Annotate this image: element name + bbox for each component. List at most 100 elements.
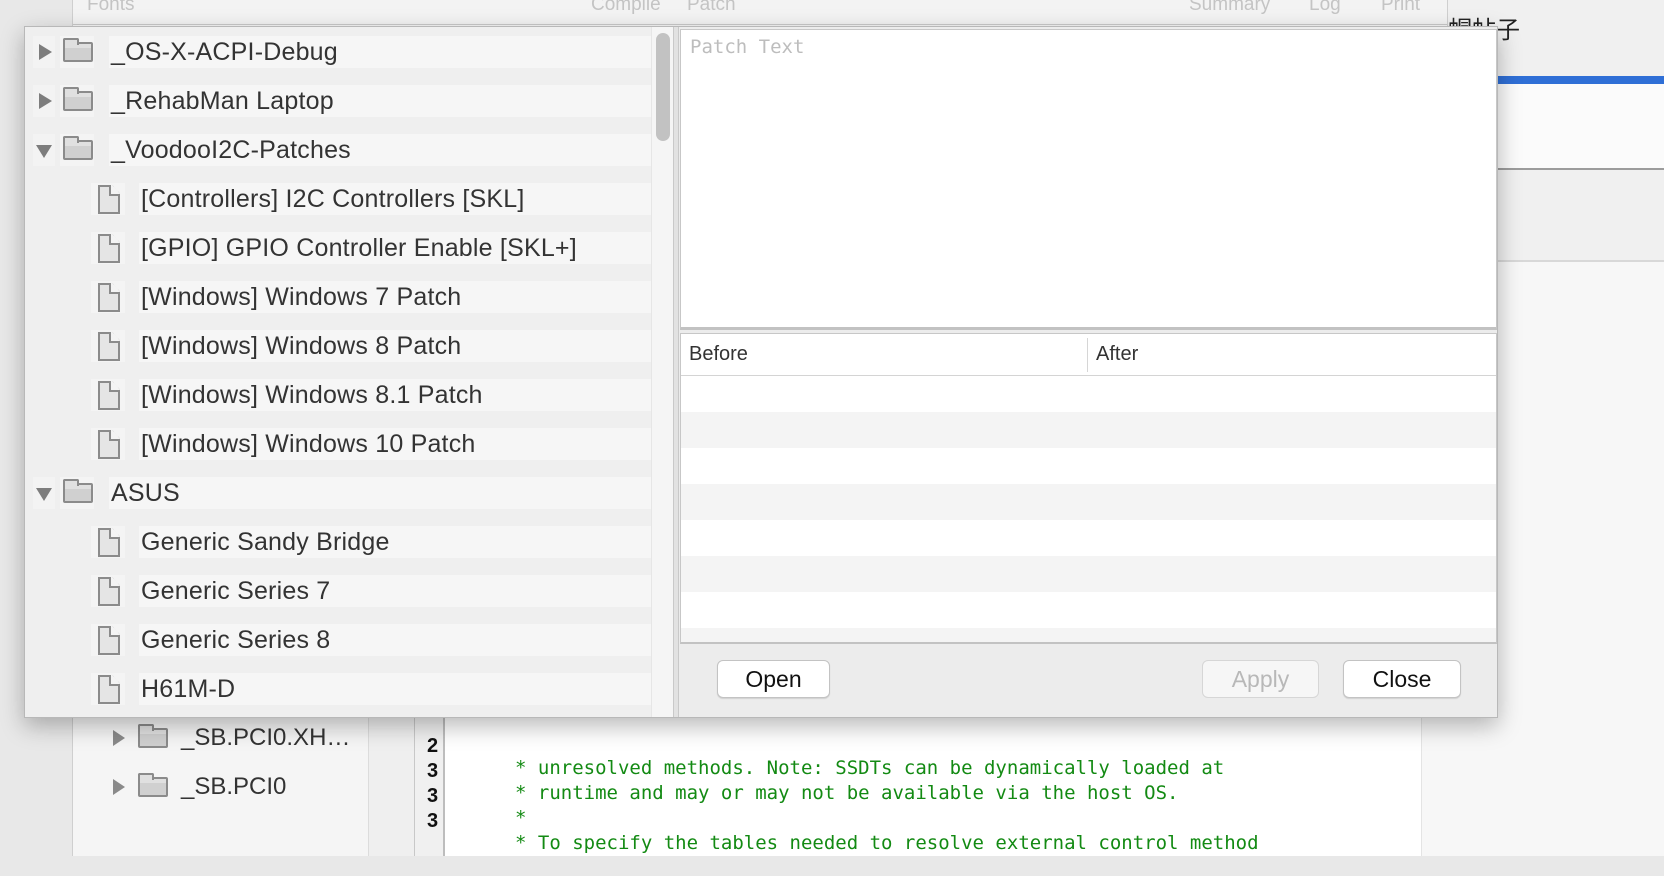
tree-label-cell[interactable]: _OS-X-ACPI-Debug bbox=[109, 36, 667, 68]
tree-label-cell[interactable]: [Windows] Windows 8 Patch bbox=[139, 330, 667, 362]
background-tree-item[interactable]: _SB.PCI0 bbox=[113, 767, 286, 807]
tree-scroll-thumb[interactable] bbox=[656, 33, 670, 141]
folder-icon bbox=[63, 479, 93, 503]
toolbar-log-button[interactable]: Log bbox=[1309, 0, 1341, 16]
tree-file-row[interactable]: Generic Series 7 bbox=[25, 567, 675, 616]
disclosure-triangle-icon[interactable] bbox=[113, 779, 125, 795]
icon-cell bbox=[91, 330, 125, 362]
folder-icon bbox=[63, 38, 93, 62]
split-view-divider[interactable] bbox=[673, 27, 679, 717]
table-row[interactable] bbox=[681, 484, 1496, 520]
toolbar-fonts-button[interactable]: Fonts bbox=[87, 0, 135, 16]
icon-cell bbox=[60, 134, 94, 166]
triangle-right-icon bbox=[39, 44, 52, 60]
column-header-after[interactable]: After bbox=[1087, 338, 1496, 372]
tree-item-label: [Windows] Windows 7 Patch bbox=[141, 283, 462, 311]
tree-file-row[interactable]: [Windows] Windows 10 Patch bbox=[25, 420, 675, 469]
tree-file-row[interactable]: [Windows] Windows 8.1 Patch bbox=[25, 371, 675, 420]
background-toolbar: Fonts Compile Patch Summary Log Print bbox=[73, 0, 1447, 25]
tree-item-label: [Windows] Windows 10 Patch bbox=[141, 430, 476, 458]
icon-cell bbox=[91, 624, 125, 656]
tree-label-cell[interactable]: [Controllers] I2C Controllers [SKL] bbox=[139, 183, 667, 215]
patch-dialog: _OS-X-ACPI-Debug _RehabMan Laptop _VoodooI… bbox=[24, 26, 1498, 718]
tree-label-cell[interactable]: [Windows] Windows 7 Patch bbox=[139, 281, 667, 313]
icon-cell bbox=[60, 477, 94, 509]
tree-item-label: Generic Sandy Bridge bbox=[141, 528, 390, 556]
tree-item-label: [Windows] Windows 8.1 Patch bbox=[141, 381, 483, 409]
tree-file-row[interactable]: [Windows] Windows 7 Patch bbox=[25, 273, 675, 322]
table-row[interactable] bbox=[681, 448, 1496, 484]
tree-label-cell[interactable]: Generic Series 8 bbox=[139, 624, 667, 656]
tree-item-label: _RehabMan Laptop bbox=[111, 87, 334, 115]
background-code-editor[interactable]: 2 * unresolved methods. Note: SSDTs can … bbox=[415, 718, 1449, 856]
icon-cell bbox=[91, 379, 125, 411]
document-icon bbox=[98, 332, 120, 361]
table-row[interactable] bbox=[681, 556, 1496, 592]
tree-folder-row[interactable]: _RehabMan Laptop bbox=[25, 77, 675, 126]
triangle-down-icon bbox=[36, 145, 52, 158]
disclosure-toggle[interactable] bbox=[33, 85, 55, 117]
toolbar-compile-button[interactable]: Compile bbox=[591, 0, 661, 16]
toolbar-print-button[interactable]: Print bbox=[1381, 0, 1420, 16]
background-tree: _SB.PCI0.XH… _SB.PCI0 bbox=[73, 718, 369, 856]
apply-button[interactable]: Apply bbox=[1202, 660, 1319, 698]
triangle-right-icon bbox=[39, 93, 52, 109]
tree-scrollbar[interactable] bbox=[651, 27, 673, 717]
tree-file-row[interactable]: H61M-D bbox=[25, 665, 675, 714]
editor-scrollbar[interactable] bbox=[1421, 718, 1449, 856]
tree-file-row[interactable]: Generic Sandy Bridge bbox=[25, 518, 675, 567]
tree-label-cell[interactable]: H61M-D bbox=[139, 673, 667, 705]
code-text: * runtime and may or may not be availabl… bbox=[515, 782, 1179, 804]
table-row[interactable] bbox=[681, 592, 1496, 628]
code-line: 3 * bbox=[415, 763, 526, 829]
tree-label-cell[interactable]: [Windows] Windows 8.1 Patch bbox=[139, 379, 667, 411]
patch-text-input[interactable] bbox=[680, 29, 1497, 330]
open-button[interactable]: Open bbox=[717, 660, 830, 698]
table-row[interactable] bbox=[681, 412, 1496, 448]
tree-label-cell[interactable]: [GPIO] GPIO Controller Enable [SKL+] bbox=[139, 232, 667, 264]
icon-cell bbox=[91, 183, 125, 215]
patch-repository-tree[interactable]: _OS-X-ACPI-Debug _RehabMan Laptop _VoodooI… bbox=[25, 27, 675, 717]
tree-item-label: [Windows] Windows 8 Patch bbox=[141, 332, 462, 360]
tree-folder-row[interactable]: ASUS bbox=[25, 469, 675, 518]
before-after-table[interactable]: Before After bbox=[680, 333, 1497, 644]
disclosure-triangle-icon[interactable] bbox=[113, 730, 125, 746]
disclosure-toggle[interactable] bbox=[33, 36, 55, 68]
tree-folder-row[interactable]: _VoodooI2C-Patches bbox=[25, 126, 675, 175]
tree-label-cell[interactable]: Generic Series 7 bbox=[139, 575, 667, 607]
table-row[interactable] bbox=[681, 520, 1496, 556]
tree-folder-row[interactable]: _OS-X-ACPI-Debug bbox=[25, 28, 675, 77]
tree-item-label: _OS-X-ACPI-Debug bbox=[111, 38, 338, 66]
tree-label-cell[interactable]: Generic Sandy Bridge bbox=[139, 526, 667, 558]
icon-cell bbox=[91, 673, 125, 705]
document-icon bbox=[98, 675, 120, 704]
tree-file-row[interactable]: [Controllers] I2C Controllers [SKL] bbox=[25, 175, 675, 224]
document-icon bbox=[98, 577, 120, 606]
tree-item-label: [Controllers] I2C Controllers [SKL] bbox=[141, 185, 525, 213]
toolbar-summary-button[interactable]: Summary bbox=[1189, 0, 1270, 16]
icon-cell bbox=[91, 232, 125, 264]
close-button[interactable]: Close bbox=[1343, 660, 1461, 698]
toolbar-patch-button[interactable]: Patch bbox=[687, 0, 736, 16]
disclosure-toggle[interactable] bbox=[33, 477, 55, 509]
disclosure-toggle[interactable] bbox=[33, 134, 55, 166]
tree-label-cell[interactable]: ASUS bbox=[109, 477, 667, 509]
tree-label-cell[interactable]: [Windows] Windows 10 Patch bbox=[139, 428, 667, 460]
background-tree-item[interactable]: _SB.PCI0.XH… bbox=[113, 718, 350, 758]
folder-icon bbox=[63, 136, 93, 160]
table-row[interactable] bbox=[681, 376, 1496, 412]
folder-icon bbox=[63, 87, 93, 111]
tree-item-label: [GPIO] GPIO Controller Enable [SKL+] bbox=[141, 234, 577, 262]
background-tree-label: _SB.PCI0.XH… bbox=[181, 724, 351, 751]
tree-label-cell[interactable]: _VoodooI2C-Patches bbox=[109, 134, 667, 166]
table-row[interactable] bbox=[681, 628, 1496, 642]
code-line: 3 * runtime and may or may not be availa… bbox=[415, 738, 1178, 804]
line-number: 3 bbox=[427, 810, 439, 832]
tree-label-cell[interactable]: _RehabMan Laptop bbox=[109, 85, 667, 117]
tree-file-row[interactable]: [GPIO] GPIO Controller Enable [SKL+] bbox=[25, 224, 675, 273]
table-header: Before After bbox=[681, 334, 1496, 376]
tree-file-row[interactable]: [Windows] Windows 8 Patch bbox=[25, 322, 675, 371]
tree-file-row[interactable]: Generic Series 8 bbox=[25, 616, 675, 665]
document-icon bbox=[98, 185, 120, 214]
column-header-before[interactable]: Before bbox=[681, 334, 1087, 376]
